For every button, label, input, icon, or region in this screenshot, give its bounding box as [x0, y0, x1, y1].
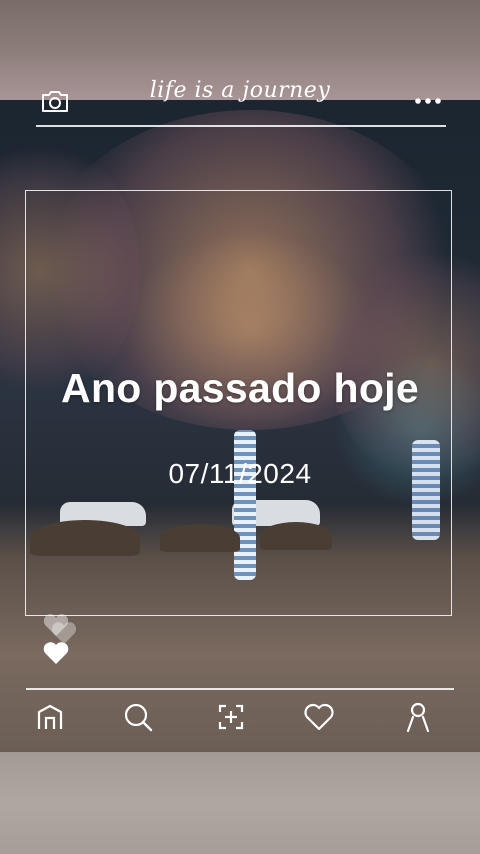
- like-button[interactable]: [42, 640, 70, 671]
- bottom-blur-band: [0, 752, 480, 854]
- heart-outline-icon: [304, 703, 334, 731]
- nav-home-button[interactable]: [33, 700, 67, 734]
- nav-add-post-button[interactable]: [214, 700, 248, 734]
- camera-icon: [42, 91, 68, 112]
- memory-date: 07/11/2024: [168, 458, 312, 489]
- more-dots-icon: [415, 98, 441, 104]
- header-divider: [36, 125, 446, 127]
- search-icon: [124, 703, 153, 732]
- nav-activity-button[interactable]: [302, 700, 336, 734]
- home-icon: [37, 704, 63, 729]
- brand-title: life is a journey: [149, 78, 331, 103]
- heart-icon: [43, 642, 69, 664]
- nav-profile-button[interactable]: [401, 700, 435, 734]
- nav-search-button[interactable]: [121, 700, 155, 734]
- memory-heading: Ano passado hoje: [61, 365, 419, 411]
- profile-icon: [406, 702, 430, 733]
- camera-button[interactable]: [38, 86, 72, 116]
- nav-divider: [26, 688, 454, 690]
- add-post-icon: [218, 704, 244, 730]
- more-options-button[interactable]: [412, 92, 444, 110]
